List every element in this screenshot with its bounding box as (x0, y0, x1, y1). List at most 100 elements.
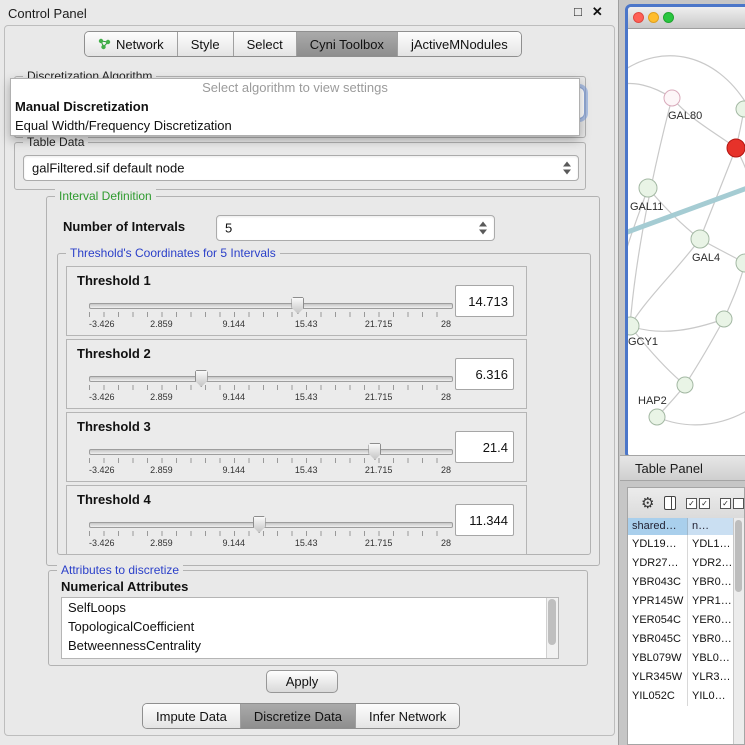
list-scrollbar-thumb[interactable] (548, 599, 556, 645)
network-node-gcy1[interactable] (628, 317, 639, 335)
table-row[interactable]: YER054CYER0… (628, 611, 734, 630)
threshold-box: Threshold 4 -3.4262.8599.14415.4321.7152… (66, 485, 527, 555)
tab-select[interactable]: Select (233, 32, 296, 56)
table-row[interactable]: YDR27…YDR2… (628, 554, 734, 573)
tick-label: 9.144 (223, 538, 246, 548)
node-label: GCY1 (628, 336, 658, 348)
network-node[interactable] (727, 139, 745, 157)
table-cell: YPR1… (688, 592, 734, 611)
columns-icon[interactable] (664, 496, 676, 510)
tick-label: 15.43 (295, 392, 318, 402)
table-scrollbar-thumb[interactable] (735, 520, 742, 592)
tick-label: 2.859 (150, 538, 173, 548)
table-cell: YBR0… (688, 630, 734, 649)
attribute-item-topologicalcoefficient[interactable]: TopologicalCoefficient (62, 617, 558, 636)
tick-label: 21.715 (365, 538, 393, 548)
number-of-intervals-label: Number of Intervals (63, 219, 185, 234)
tab-jactivemnodules[interactable]: jActiveMNodules (397, 32, 521, 56)
algorithm-option-equal-width-frequency-discretization[interactable]: Equal Width/Frequency Discretization (11, 116, 579, 135)
network-node-hap2[interactable] (649, 409, 665, 425)
table-data-select[interactable]: galFiltered.sif default node (23, 155, 579, 181)
gear-icon[interactable]: ⚙ (641, 496, 654, 511)
table-cell: YBL079W (628, 649, 688, 668)
bottom-tab-infer-network[interactable]: Infer Network (355, 704, 459, 728)
tick-label: -3.426 (89, 538, 115, 548)
combo-arrows-icon[interactable] (479, 222, 488, 235)
network-node[interactable] (736, 254, 745, 272)
number-of-intervals-select[interactable]: 5 (216, 215, 495, 241)
threshold-slider[interactable]: -3.4262.8599.14415.4321.71528 (89, 443, 451, 477)
table-cell: YLR345W (628, 668, 688, 687)
checkbox-icon (733, 498, 744, 509)
table-row[interactable]: YLR345WYLR3… (628, 668, 734, 687)
network-graph: GAL80GAL11GAL4GCY1HAP2 (628, 29, 745, 453)
threshold-slider[interactable]: -3.426 2.859 9.144 15.43 21.715 28 (89, 516, 451, 550)
apply-button[interactable]: Apply (266, 670, 338, 693)
select-some-icon[interactable] (720, 498, 744, 509)
tick-label: 28 (441, 538, 451, 548)
slider-tick-labels: -3.426 2.859 9.144 15.43 21.715 28 (89, 538, 451, 549)
network-node[interactable] (677, 377, 693, 393)
list-scrollbar[interactable] (546, 598, 558, 658)
threshold-label: Threshold 3 (77, 419, 151, 434)
node-label: GAL80 (668, 110, 702, 122)
tick-label: 9.144 (223, 465, 246, 475)
bottom-tab-discretize-data[interactable]: Discretize Data (240, 704, 355, 728)
network-canvas[interactable]: GAL80GAL11GAL4GCY1HAP2 (628, 29, 745, 456)
table-cell: YBR043C (628, 573, 688, 592)
network-window-titlebar (628, 7, 745, 29)
network-node-gal4[interactable] (691, 230, 709, 248)
table-row[interactable]: YDL19…YDL1… (628, 535, 734, 554)
tab-style[interactable]: Style (177, 32, 233, 56)
slider-track[interactable] (89, 303, 453, 309)
table-cell: YDR2… (688, 554, 734, 573)
table-row[interactable]: YBL079WYBL0… (628, 649, 734, 668)
table-column-header[interactable]: n… (688, 518, 734, 535)
slider-track[interactable] (89, 376, 453, 382)
checkbox-icon (686, 498, 697, 509)
tab-cyni-toolbox[interactable]: Cyni Toolbox (296, 32, 397, 56)
threshold-slider[interactable]: -3.4262.8599.14415.4321.71528 (89, 370, 451, 404)
table-row[interactable]: YIL052CYIL0… (628, 687, 734, 706)
slider-track[interactable] (89, 522, 453, 528)
algorithm-option-manual-discretization[interactable]: Manual Discretization (11, 97, 579, 116)
tick-label: 15.43 (295, 319, 318, 329)
close-panel-icon[interactable]: ✕ (592, 4, 603, 20)
threshold-coordinates-group: Threshold's Coordinates for 5 Intervals … (57, 253, 591, 555)
interval-definition-group: Interval Definition Number of Intervals … (46, 196, 600, 566)
slider-tick-labels: -3.4262.8599.14415.4321.71528 (89, 392, 451, 403)
attribute-item-selfloops[interactable]: SelfLoops (62, 598, 558, 617)
bottom-tab-impute-data[interactable]: Impute Data (143, 704, 240, 728)
table-row[interactable]: YBR043CYBR0… (628, 573, 734, 592)
minimize-traffic-light-icon[interactable] (648, 12, 659, 23)
network-node-gal80[interactable] (664, 90, 680, 106)
threshold-value-field[interactable] (455, 285, 514, 317)
threshold-value-field[interactable] (455, 358, 514, 390)
numerical-attributes-label: Numerical Attributes (61, 579, 188, 594)
tick-label: 9.144 (223, 392, 246, 402)
table-scrollbar[interactable] (733, 518, 744, 744)
tick-label: 15.43 (295, 538, 318, 548)
threshold-value-field[interactable] (455, 504, 514, 536)
node-label: GAL4 (692, 252, 720, 264)
tab-network[interactable]: Network (85, 32, 177, 56)
float-panel-icon[interactable]: □ (574, 4, 582, 20)
slider-track[interactable] (89, 449, 453, 455)
combo-arrows-icon[interactable] (563, 162, 572, 175)
network-node[interactable] (736, 101, 745, 117)
table-row[interactable]: YBR045CYBR0… (628, 630, 734, 649)
attribute-item-betweennesscentrality[interactable]: BetweennessCentrality (62, 636, 558, 655)
select-all-icon[interactable] (686, 498, 710, 509)
network-node-gal11[interactable] (639, 179, 657, 197)
close-traffic-light-icon[interactable] (633, 12, 644, 23)
network-edge (628, 56, 745, 103)
slider-tick-labels: -3.4262.8599.14415.4321.71528 (89, 319, 451, 330)
threshold-slider[interactable]: -3.4262.8599.14415.4321.71528 (89, 297, 451, 331)
tick-label: 28 (441, 465, 451, 475)
zoom-traffic-light-icon[interactable] (663, 12, 674, 23)
network-node[interactable] (716, 311, 732, 327)
table-row[interactable]: YPR145WYPR1… (628, 592, 734, 611)
table-column-header[interactable]: shared… (628, 518, 688, 535)
panel-title: Control Panel (8, 6, 87, 21)
threshold-value-field[interactable] (455, 431, 514, 463)
